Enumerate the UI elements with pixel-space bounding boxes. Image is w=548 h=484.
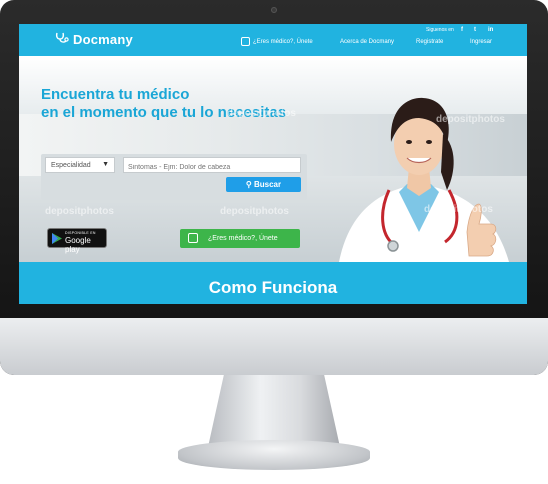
search-button-label: Buscar	[253, 180, 282, 189]
top-navbar: Docmany Siguenos en f t in ¿Eres médico?…	[19, 24, 527, 56]
brand-logo-text[interactable]: Docmany	[73, 32, 133, 47]
monitor-stand	[208, 375, 340, 447]
google-play-name: Google play	[65, 236, 91, 254]
monitor-base	[178, 440, 370, 470]
watermark-text: depositphotos	[220, 206, 289, 217]
stethoscope-logo-icon	[55, 32, 69, 43]
caret-down-icon: ▼	[102, 161, 109, 168]
watermark-text: depositphotos	[45, 206, 114, 217]
nav-doctor-join[interactable]: ¿Eres médico?, Únete	[253, 39, 313, 45]
nav-about[interactable]: Acerca de Docmany	[340, 39, 394, 45]
doctor-join-button-label: ¿Eres médico?, Únete	[208, 235, 278, 242]
google-play-badge[interactable]: DISPONIBLE EN Google play	[47, 228, 107, 254]
facebook-icon[interactable]: f	[461, 27, 463, 33]
symptoms-search-input[interactable]	[123, 157, 301, 173]
doctor-photo	[339, 97, 509, 262]
monitor-chin	[0, 318, 548, 375]
specialty-select-value: Especialidad	[51, 162, 91, 169]
watermark-text: depositphotos	[436, 114, 505, 125]
linkedin-icon[interactable]: in	[488, 27, 493, 33]
nav-login[interactable]: Ingresar	[470, 39, 492, 45]
follow-us-label: Siguenos en	[426, 27, 454, 33]
google-play-icon	[52, 233, 62, 244]
nav-register[interactable]: Registrate	[416, 39, 443, 45]
medical-case-icon	[241, 37, 250, 46]
doctor-join-button[interactable]: ¿Eres médico?, Únete	[180, 229, 300, 248]
watermark-text: depositphotos	[424, 204, 493, 215]
section-title: Como Funciona	[208, 278, 338, 297]
how-it-works-section: Como Funciona	[19, 262, 527, 304]
medical-case-icon	[188, 233, 198, 243]
google-play-caption: DISPONIBLE EN	[65, 231, 96, 235]
hero-headline-line1: Encuentra tu médico	[41, 86, 190, 103]
search-button[interactable]: ⚲ Buscar	[226, 177, 301, 192]
webcam	[271, 7, 277, 13]
hero-section: Encuentra tu médico en el momento que tu…	[19, 56, 527, 262]
specialty-select[interactable]: Especialidad ▼	[45, 157, 115, 173]
watermark-text: depositphotos	[227, 108, 296, 119]
magnifier-icon: ⚲	[245, 180, 252, 189]
twitter-icon[interactable]: t	[474, 27, 476, 33]
website-screen: Docmany Siguenos en f t in ¿Eres médico?…	[19, 24, 527, 304]
